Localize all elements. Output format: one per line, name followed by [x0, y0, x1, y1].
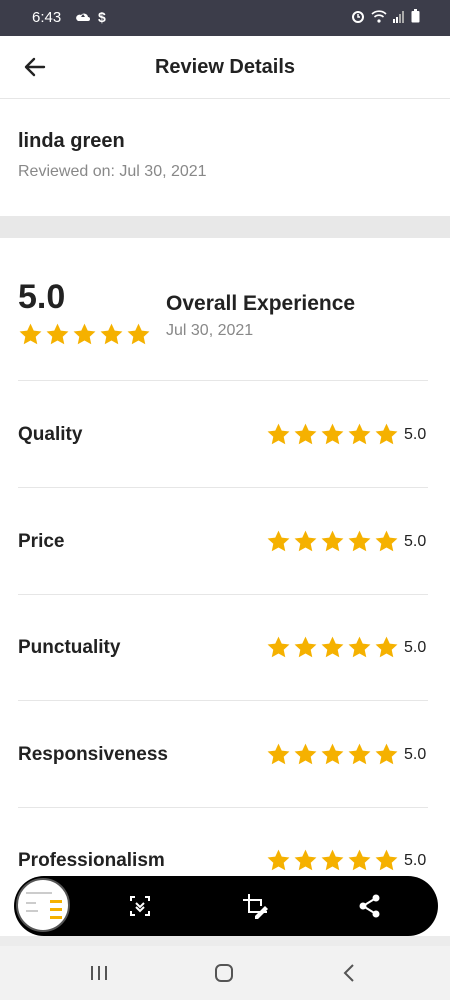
rating-row-quality: Quality 5.0 [0, 416, 450, 456]
reviewer-name: linda green [18, 130, 125, 152]
star-icon [348, 636, 371, 658]
app-bar: Review Details [0, 36, 450, 99]
rating-label: Price [18, 531, 65, 552]
signal-icon [393, 10, 404, 23]
overall-rating-section: 5.0 Overall Experience Jul 30, 2021 [0, 270, 450, 380]
rating-stars [266, 848, 399, 873]
status-left-icons: $ [76, 9, 106, 25]
star-icon [294, 743, 317, 765]
thumbnail-stars [50, 900, 62, 903]
status-time: 6:43 [32, 9, 62, 26]
rating-label: Responsiveness [18, 744, 168, 765]
rating-stars [266, 742, 399, 767]
star-icon [321, 423, 344, 445]
star-icon [294, 423, 317, 445]
rating-label: Quality [18, 424, 83, 445]
star-icon [267, 743, 290, 765]
star-icon [375, 530, 398, 552]
rating-row-responsiveness: Responsiveness 5.0 [0, 736, 450, 776]
star-icon [321, 530, 344, 552]
star-icon [267, 636, 290, 658]
star-icon [375, 423, 398, 445]
overall-score: 5.0 [18, 278, 66, 316]
thumbnail-stars [50, 916, 62, 919]
star-icon [375, 743, 398, 765]
crop-edit-button[interactable] [241, 892, 269, 920]
reviewer-info: linda green Reviewed on: Jul 30, 2021 [18, 130, 207, 181]
star-icon [294, 849, 317, 871]
rating-score: 5.0 [404, 426, 427, 443]
back-nav-button[interactable] [337, 960, 363, 986]
row-divider [18, 594, 428, 595]
star-icon [375, 849, 398, 871]
home-button[interactable] [211, 960, 237, 986]
cloud-upload-icon [76, 13, 90, 21]
scroll-capture-icon [130, 896, 150, 916]
star-icon [321, 743, 344, 765]
star-icon [294, 530, 317, 552]
battery-icon [411, 9, 420, 23]
row-divider [18, 807, 428, 808]
back-icon [343, 964, 354, 982]
share-button[interactable] [356, 892, 384, 920]
status-right-icons [351, 9, 420, 23]
scroll-capture-button[interactable] [126, 892, 154, 920]
row-divider [18, 380, 428, 381]
star-icon [46, 323, 69, 345]
thumbnail-line [26, 902, 36, 904]
rating-stars [266, 422, 399, 447]
screenshot-thumbnail[interactable] [16, 878, 70, 932]
star-icon [100, 323, 123, 345]
home-icon [215, 964, 233, 982]
wifi-icon [371, 9, 387, 23]
star-icon [348, 530, 371, 552]
star-icon [348, 423, 371, 445]
star-icon [267, 849, 290, 871]
status-bar: 6:43 $ [0, 0, 450, 36]
rating-stars [266, 635, 399, 660]
star-icon [127, 323, 150, 345]
star-icon [19, 323, 42, 345]
system-nav-bar [0, 946, 450, 1000]
recent-apps-button[interactable] [86, 960, 112, 986]
rating-score: 5.0 [404, 852, 427, 869]
rating-score: 5.0 [404, 639, 427, 656]
section-divider [0, 216, 450, 238]
star-icon [267, 530, 290, 552]
star-icon [348, 849, 371, 871]
screenshot-toolbar [14, 876, 438, 936]
overall-date: Jul 30, 2021 [166, 322, 254, 339]
rating-stars [266, 529, 399, 554]
star-icon [375, 636, 398, 658]
star-icon [348, 743, 371, 765]
review-date: Reviewed on: Jul 30, 2021 [18, 163, 207, 180]
overall-stars [18, 322, 151, 347]
dollar-icon: $ [98, 9, 106, 25]
row-divider [18, 487, 428, 488]
star-icon [321, 636, 344, 658]
rating-label: Punctuality [18, 637, 121, 658]
overall-title: Overall Experience [166, 292, 356, 315]
alarm-icon [352, 11, 364, 23]
recent-apps-icon [91, 966, 107, 980]
star-icon [267, 423, 290, 445]
thumbnail-line [26, 910, 38, 912]
rating-row-price: Price 5.0 [0, 523, 450, 563]
star-icon [73, 323, 96, 345]
rating-label: Professionalism [18, 850, 165, 871]
thumbnail-stars [50, 908, 62, 911]
rating-score: 5.0 [404, 533, 427, 550]
star-icon [294, 636, 317, 658]
crop-edit-icon [243, 894, 268, 919]
share-icon [359, 894, 380, 918]
row-divider [18, 700, 428, 701]
star-icon [321, 849, 344, 871]
page-title: Review Details [154, 56, 296, 78]
thumbnail-line [26, 892, 52, 894]
rating-score: 5.0 [404, 746, 427, 763]
rating-row-punctuality: Punctuality 5.0 [0, 629, 450, 669]
